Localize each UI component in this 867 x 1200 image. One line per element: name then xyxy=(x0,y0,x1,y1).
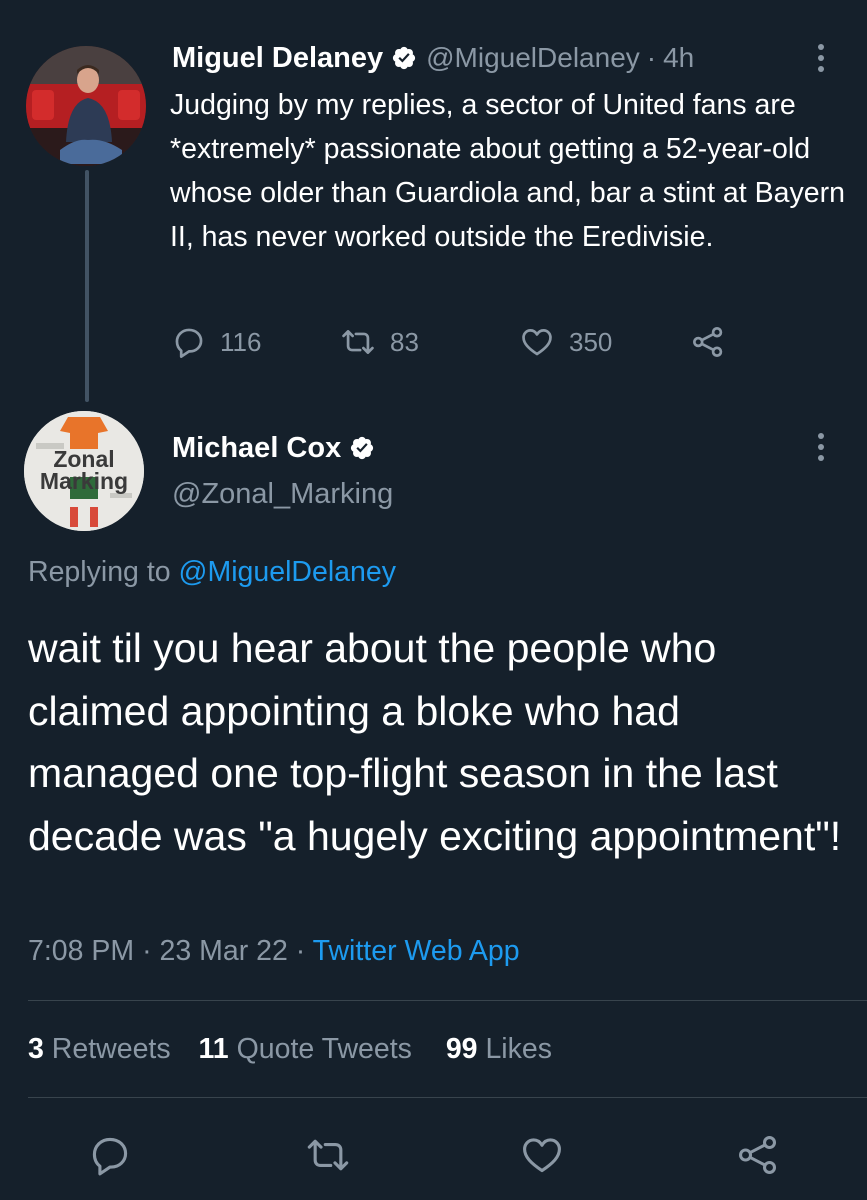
verified-badge-icon xyxy=(351,436,374,460)
like-button[interactable]: 350 xyxy=(519,320,612,364)
replying-to-line: Replying to @MiguelDelaney xyxy=(28,556,396,589)
replying-to-label: Replying to xyxy=(28,556,171,588)
avatar-text-line2: Marking xyxy=(40,468,128,494)
share-button[interactable] xyxy=(690,320,740,364)
original-tweet-time[interactable]: 4h xyxy=(663,42,694,74)
likes-stat[interactable]: 99 Likes xyxy=(446,1033,552,1065)
reply-button[interactable]: 116 xyxy=(172,320,261,364)
thread-connector-line xyxy=(85,170,89,402)
like-button[interactable] xyxy=(512,1125,572,1185)
original-tweet-text: Judging by my replies, a sector of Unite… xyxy=(170,89,845,253)
reply-tweet-header: Michael Cox xyxy=(172,430,384,466)
retweets-count: 3 xyxy=(28,1033,44,1065)
heart-icon xyxy=(522,329,552,356)
retweet-icon xyxy=(342,330,374,354)
engagement-stats: 3 Retweets 11 Quote Tweets 99 Likes xyxy=(28,1033,552,1066)
reply-tweet-action-bar xyxy=(0,1125,867,1185)
original-tweet-header: Miguel Delaney @MiguelDelaney · 4h xyxy=(172,40,694,76)
original-author-handle[interactable]: @MiguelDelaney xyxy=(426,42,640,74)
share-icon xyxy=(693,327,723,357)
retweet-icon xyxy=(307,1139,349,1171)
retweet-button[interactable]: 83 xyxy=(340,320,419,364)
reply-icon xyxy=(175,328,203,358)
tweet-source-link[interactable]: Twitter Web App xyxy=(313,935,520,967)
reply-author-name[interactable]: Michael Cox xyxy=(172,432,341,465)
quote-tweets-stat[interactable]: 11 Quote Tweets xyxy=(199,1033,412,1065)
more-options-icon[interactable] xyxy=(818,433,826,466)
divider xyxy=(28,1000,867,1001)
retweets-stat[interactable]: 3 Retweets xyxy=(28,1033,171,1065)
retweet-count: 83 xyxy=(390,326,419,357)
michael-cox-avatar[interactable]: Zonal Marking xyxy=(24,411,144,531)
quote-tweets-count: 11 xyxy=(198,1033,229,1065)
divider xyxy=(28,1097,867,1098)
reply-button[interactable] xyxy=(80,1125,140,1185)
original-author-name[interactable]: Miguel Delaney xyxy=(172,42,383,75)
replying-to-handle-link[interactable]: @MiguelDelaney xyxy=(179,556,396,588)
meta-separator: · xyxy=(142,935,152,967)
retweets-label: Retweets xyxy=(51,1033,171,1065)
tweet-date[interactable]: 23 Mar 22 xyxy=(159,935,287,967)
verified-badge-icon xyxy=(393,46,416,70)
heart-icon xyxy=(523,1138,561,1173)
tweet-metadata: 7:08 PM · 23 Mar 22 · Twitter Web App xyxy=(28,935,520,968)
reply-tweet-text: wait til you hear about the people who c… xyxy=(28,625,842,859)
more-options-icon[interactable] xyxy=(818,44,826,77)
likes-label: Likes xyxy=(485,1033,552,1065)
meta-separator: · xyxy=(295,935,306,967)
quote-tweets-label: Quote Tweets xyxy=(236,1033,412,1065)
share-button[interactable] xyxy=(728,1125,788,1185)
reply-count: 116 xyxy=(220,326,262,357)
miguel-delaney-avatar[interactable] xyxy=(26,46,146,166)
like-count: 350 xyxy=(569,326,613,357)
likes-count: 99 xyxy=(445,1033,478,1065)
retweet-button[interactable] xyxy=(298,1125,358,1185)
reply-author-handle[interactable]: @Zonal_Marking xyxy=(172,478,393,511)
share-icon xyxy=(739,1136,777,1174)
header-separator: · xyxy=(646,42,657,73)
reply-icon xyxy=(92,1137,128,1176)
tweet-time[interactable]: 7:08 PM xyxy=(28,935,134,967)
